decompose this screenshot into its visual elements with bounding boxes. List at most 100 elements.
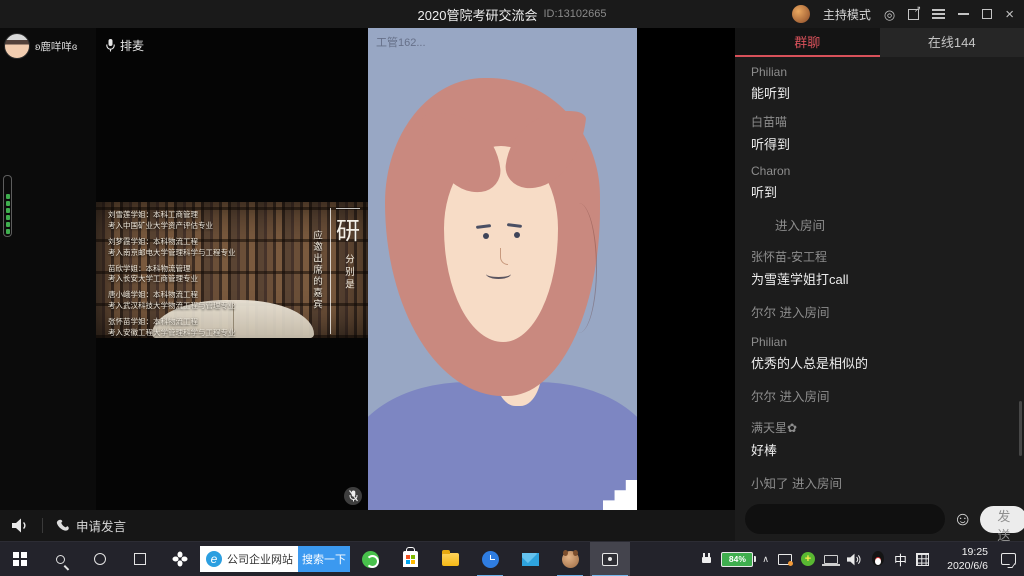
taskbar-search-text: 公司企业网站 xyxy=(227,551,298,567)
ms-store-icon[interactable] xyxy=(390,542,430,576)
ime-indicator[interactable]: 中 xyxy=(894,550,907,569)
volume-level-meter xyxy=(3,175,12,237)
chat-message: Philian 能听到 xyxy=(751,65,1008,102)
menu-icon[interactable] xyxy=(932,13,945,15)
taskbar-date: 2020/6/6 xyxy=(938,559,988,573)
cortana-icon[interactable] xyxy=(80,542,120,576)
taskbar-search-box[interactable]: e 公司企业网站 搜索一下 xyxy=(200,546,350,572)
titlebar: 2020管院考研交流会 ID:13102665 主持模式 ◎ ↗ × xyxy=(0,0,1024,28)
video-stage: 排麦 刘雪莲学姐：本科工商管理 考入中国矿业大学资产评估专业 刘梦霞学姐：本科物… xyxy=(96,28,735,510)
speaker-video-panel[interactable]: 工管162... xyxy=(368,28,637,510)
chat-message-text: 优秀的人总是相似的 xyxy=(751,353,1008,372)
bottom-control-bar: 申请发言 xyxy=(0,510,735,541)
tray-screen-icon[interactable] xyxy=(778,554,792,565)
qq-icon[interactable] xyxy=(871,551,885,567)
file-explorer-icon[interactable] xyxy=(430,542,470,576)
chat-message: Charon 听到 xyxy=(751,164,1008,201)
chat-message-text: 小知了 进入房间 xyxy=(751,473,1008,492)
taskbar-search-icon[interactable] xyxy=(40,542,80,576)
app-window: 2020管院考研交流会 ID:13102665 主持模式 ◎ ↗ × ʚ鹿咩咩ɞ xyxy=(0,0,1024,576)
chat-message-text: 能听到 xyxy=(751,83,1008,102)
emoji-icon[interactable]: ☺ xyxy=(953,510,972,529)
user-avatar xyxy=(4,33,30,59)
user-name: ʚ鹿咩咩ɞ xyxy=(35,39,77,54)
queue-video-panel[interactable]: 排麦 刘雪莲学姐：本科工商管理 考入中国矿业大学资产评估专业 刘梦霞学姐：本科物… xyxy=(96,28,368,510)
touch-keyboard-icon[interactable] xyxy=(916,553,929,566)
taskbar-clock[interactable]: 19:25 2020/6/6 xyxy=(938,545,988,573)
illustration-eye-right xyxy=(514,232,520,238)
divider xyxy=(42,518,43,533)
chat-message: 尔尔 进入房间 xyxy=(751,302,1008,321)
start-button[interactable] xyxy=(0,542,40,576)
chat-message-sender: Charon xyxy=(751,164,1008,178)
chat-message: 进入房间 xyxy=(751,215,1008,234)
tray-laptop-icon[interactable] xyxy=(824,555,838,564)
chat-message-text: 为雪莲学姐打call xyxy=(751,269,1008,288)
slide-guest-entry: 唐小峨学姐：本科物流工程 考入武汉科技大学物流工程与管理专业 xyxy=(108,290,236,312)
chat-message: Philian 优秀的人总是相似的 xyxy=(751,335,1008,372)
pinwheel-app-icon[interactable] xyxy=(160,542,200,576)
speaker-icon[interactable] xyxy=(12,518,30,533)
windows-taskbar: e 公司企业网站 搜索一下 84% ∧ + 中 19:25 xyxy=(0,541,1024,576)
clock-app-icon[interactable] xyxy=(470,542,510,576)
minimize-button[interactable] xyxy=(958,13,969,15)
task-view-icon[interactable] xyxy=(120,542,160,576)
meeting-id: ID:13102665 xyxy=(543,8,606,20)
taskbar-search-button[interactable]: 搜索一下 xyxy=(298,546,350,572)
chat-message-list: Philian 能听到 白苗喵 听得到 Charon 听到 进入房间 xyxy=(735,57,1024,497)
send-button[interactable]: 发送 xyxy=(980,506,1024,533)
mic-icon xyxy=(106,39,115,52)
chat-scrollbar[interactable] xyxy=(1019,401,1022,456)
slide-big-char: 研 xyxy=(336,208,360,246)
request-speak-label: 申请发言 xyxy=(76,516,126,535)
host-mode-label: 主持模式 xyxy=(823,6,871,23)
left-rail: ʚ鹿咩咩ɞ xyxy=(0,28,96,510)
chat-message-sender: Philian xyxy=(751,335,1008,349)
chat-message-sender: 白苗喵 xyxy=(751,113,1008,130)
ie-icon: e xyxy=(206,551,222,567)
slide-guest-entry: 张怀苗学姐：本科物流工程 考入安徽工程大学管理科学与工程专业 xyxy=(108,317,236,338)
tray-volume-icon[interactable] xyxy=(847,553,862,566)
share-icon[interactable]: ↗ xyxy=(908,9,919,20)
chat-message-sender: 张怀苗-安工程 xyxy=(751,248,1008,265)
chat-message: 满天星✿ 好棒 xyxy=(751,419,1008,459)
chat-tabs: 群聊 在线144 xyxy=(735,28,1024,57)
chat-message-text: 尔尔 进入房间 xyxy=(751,302,1008,321)
host-avatar[interactable] xyxy=(792,5,810,23)
current-user[interactable]: ʚ鹿咩咩ɞ xyxy=(0,28,96,64)
chat-message: 白苗喵 听得到 xyxy=(751,113,1008,153)
illustration-mouth xyxy=(486,269,511,279)
browser-360-icon[interactable] xyxy=(350,542,390,576)
tray-chevron-icon[interactable]: ∧ xyxy=(762,554,769,565)
dog-app-icon[interactable] xyxy=(550,542,590,576)
maximize-button[interactable] xyxy=(982,9,992,19)
taskbar-time: 19:25 xyxy=(938,545,988,559)
chat-message-text: 听得到 xyxy=(751,134,1008,153)
record-icon[interactable]: ◎ xyxy=(884,8,895,21)
request-speak-button[interactable]: 申请发言 xyxy=(55,516,126,535)
chat-message-sender: Philian xyxy=(751,65,1008,79)
power-plug-icon xyxy=(702,553,712,565)
illustration-sweater xyxy=(368,382,637,510)
mic-muted-icon xyxy=(344,487,362,505)
chat-tab[interactable]: 群聊 xyxy=(735,28,880,57)
tray-green-plus-icon[interactable]: + xyxy=(801,552,815,566)
illustration-eye-left xyxy=(483,233,489,239)
mail-app-icon[interactable] xyxy=(510,542,550,576)
battery-indicator[interactable]: 84% xyxy=(721,552,753,567)
chat-message-sender: 满天星✿ xyxy=(751,419,1008,436)
queue-label: 排麦 xyxy=(120,37,144,54)
presentation-slide: 刘雪莲学姐：本科工商管理 考入中国矿业大学资产评估专业 刘梦霞学姐：本科物流工程… xyxy=(96,202,368,338)
queue-label-group: 排麦 xyxy=(106,37,144,54)
chat-message-text: 尔尔 进入房间 xyxy=(751,386,1008,405)
slide-guest-entry: 刘梦霞学姐：本科物流工程 考入南京邮电大学管理科学与工程专业 xyxy=(108,237,236,259)
chat-input[interactable] xyxy=(745,504,945,534)
system-tray: 84% ∧ + 中 19:25 2020/6/6 xyxy=(702,545,1024,573)
illustration-nose xyxy=(500,248,508,265)
illustration-hair-stroke xyxy=(561,203,597,333)
close-button[interactable]: × xyxy=(1005,7,1014,22)
chat-tab[interactable]: 在线144 xyxy=(880,28,1024,57)
raise-hand-icon xyxy=(55,519,70,532)
action-center-icon[interactable] xyxy=(1001,553,1016,565)
meeting-app-taskbar-icon[interactable] xyxy=(590,542,630,576)
